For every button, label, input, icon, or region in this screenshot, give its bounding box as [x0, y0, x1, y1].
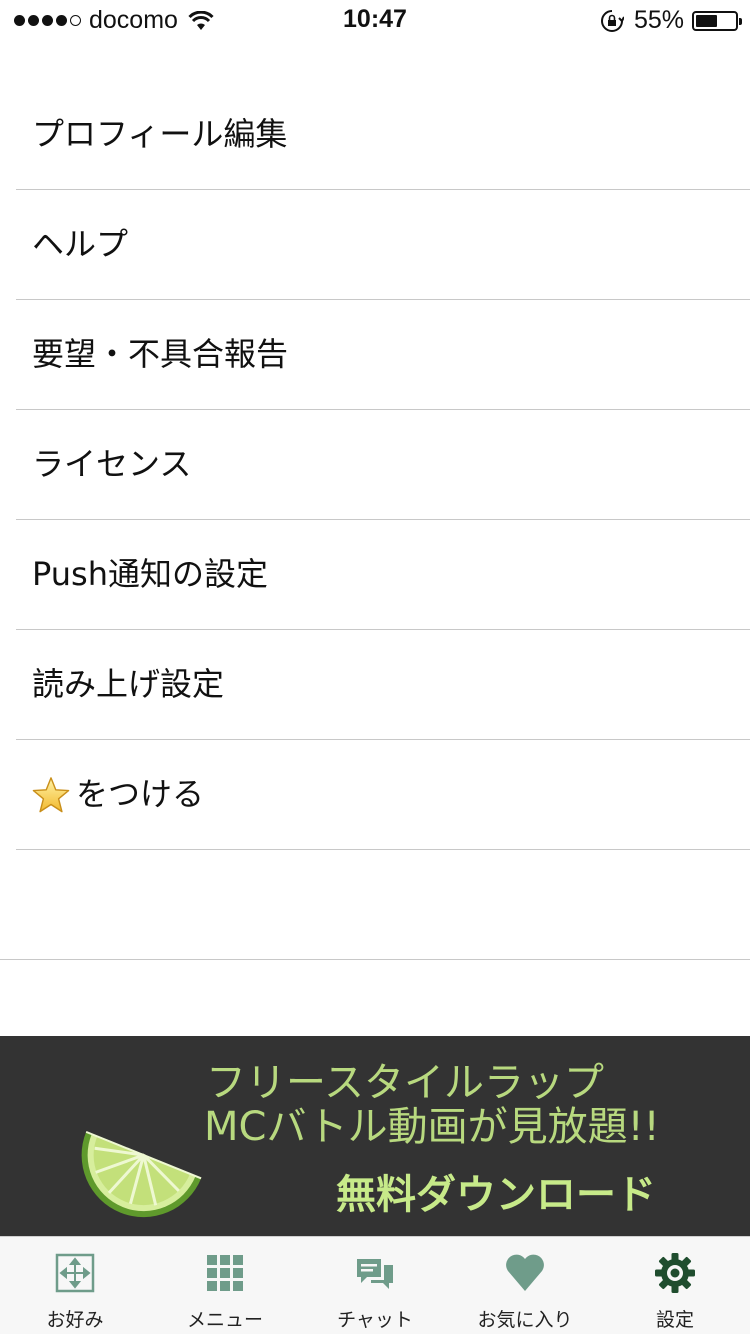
tab-label: メニュー [186, 1309, 263, 1331]
tab-settings[interactable]: 設定 [600, 1237, 750, 1335]
tab-label: 設定 [655, 1309, 694, 1331]
battery-percentage: 55% [633, 6, 684, 34]
battery-icon [692, 10, 742, 31]
menu-item-push-settings[interactable]: Push通知の設定 [0, 520, 750, 630]
tab-bar: お好み メニュー チャット お気に入り 設定 [0, 1236, 750, 1334]
banner-download-cta[interactable]: 無料ダウンロード [336, 1162, 656, 1220]
star-icon [32, 776, 70, 812]
menu-item-label: プロフィール編集 [32, 115, 288, 153]
menu-item-label: をつける [76, 775, 205, 813]
banner-subheadline: MCバトル動画が見放題!! [204, 1104, 660, 1150]
menu-item-read-aloud-settings[interactable]: 読み上げ設定 [0, 630, 750, 740]
menu-item-label: 要望・不具合報告 [32, 335, 289, 373]
menu-item-help[interactable]: ヘルプ [0, 190, 750, 300]
orientation-lock-icon [600, 9, 624, 32]
tab-favorites[interactable]: お気に入り [450, 1237, 600, 1335]
menu-item-license[interactable]: ライセンス [0, 410, 750, 520]
tab-label: お気に入り [477, 1309, 573, 1331]
menu-item-profile-edit[interactable]: プロフィール編集 [0, 80, 750, 190]
menu-item-feedback[interactable]: 要望・不具合報告 [0, 300, 750, 410]
heart-icon [506, 1254, 544, 1291]
ad-banner[interactable]: フリースタイルラップ MCバトル動画が見放題!! 無料ダウンロード [0, 1036, 750, 1236]
grid-icon [207, 1255, 243, 1291]
gear-icon [655, 1253, 695, 1293]
tab-label: チャット [337, 1309, 413, 1331]
settings-menu-list: プロフィール編集 ヘルプ 要望・不具合報告 ライセンス Push通知の設定 読み… [0, 80, 750, 850]
tab-favorites-pick[interactable]: お好み [0, 1237, 150, 1335]
menu-item-label: 読み上げ設定 [32, 665, 225, 703]
tab-label: お好み [46, 1309, 104, 1331]
chat-bubbles-icon [357, 1259, 393, 1289]
divider [16, 849, 750, 850]
menu-item-rate-app[interactable]: をつける [0, 740, 750, 850]
status-right: 55% [600, 6, 742, 35]
tab-menu[interactable]: メニュー [150, 1237, 300, 1335]
lime-slice-icon [81, 1130, 202, 1218]
crosshair-arrows-icon [55, 1253, 95, 1293]
menu-item-label: ヘルプ [32, 225, 129, 263]
menu-item-label: ライセンス [32, 445, 192, 483]
status-bar: docomo 10:47 55% [0, 0, 750, 40]
tab-chat[interactable]: チャット [300, 1237, 450, 1335]
menu-item-label: Push通知の設定 [32, 555, 268, 593]
list-bottom-divider [0, 959, 750, 960]
